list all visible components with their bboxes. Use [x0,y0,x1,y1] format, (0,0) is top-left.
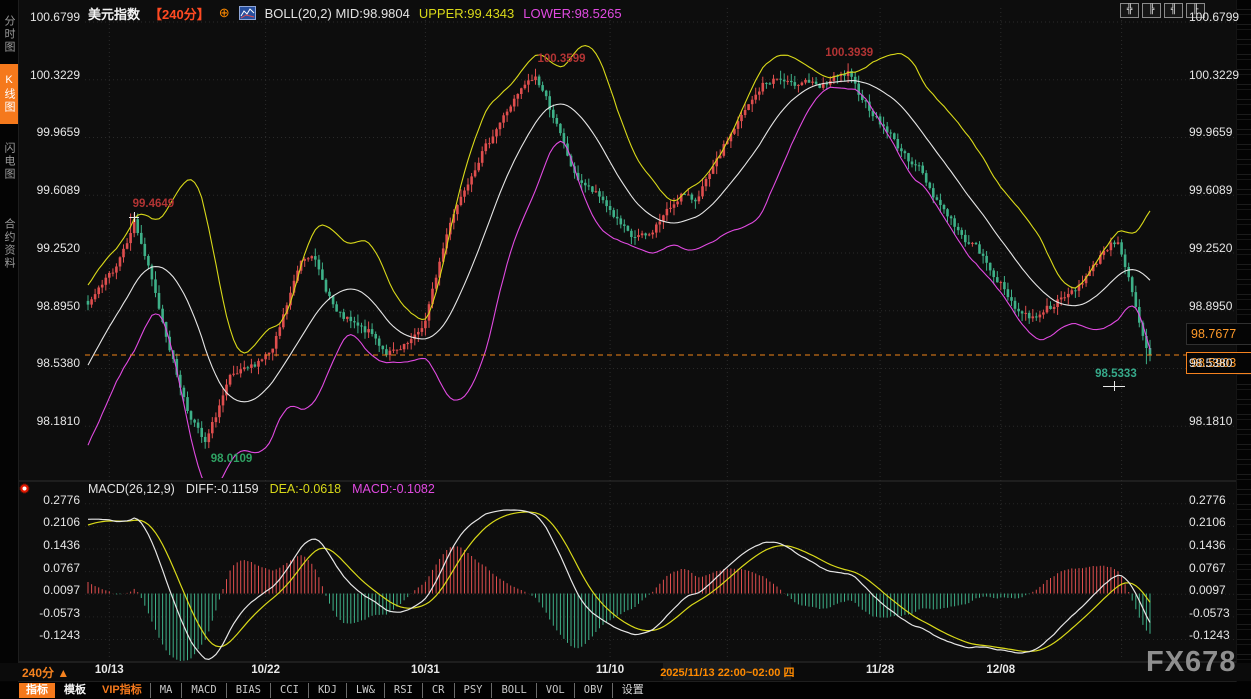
time-axis-label: 10/13 [95,664,124,676]
toolbar-item-15[interactable]: OBV [574,683,612,698]
price-axis-label-right: 100.6799 [1189,10,1239,24]
macd-axis-label-right: -0.0573 [1189,606,1230,620]
toolbar-item-10[interactable]: RSI [384,683,422,698]
price-axis-label-right: 99.9659 [1189,125,1232,139]
price-axis-label-left: 99.9659 [20,125,80,139]
toolbar-item-1[interactable]: 指标 [19,683,55,698]
toolbar-item-11[interactable]: CR [422,683,454,698]
macd-header: MACD(26,12,9) DIFF:-0.1159 DEA:-0.0618 M… [88,482,435,496]
macd-axis-label-right: 0.2776 [1189,493,1226,507]
macd-formula: MACD(26,12,9) [88,482,175,496]
price-axis-label-left: 100.6799 [20,10,80,24]
indicator-thumbnail-icon[interactable] [239,6,256,20]
prior-price-box: 98.7677 [1186,323,1251,345]
indicator-toolbar: 指标模板VIP指标MAMACDBIASCCIKDJLW&RSICRPSYBOLL… [0,682,1251,699]
time-axis-label: 10/22 [251,664,280,676]
boll-lower-readout: LOWER:98.5265 [523,6,621,21]
sidebar-tab-4[interactable]: 合约资料 [0,202,18,286]
macd-axis-label-right: -0.1243 [1189,628,1230,642]
price-axis-label-right: 98.5380 [1189,356,1232,370]
toolbar-item-9[interactable]: LW& [346,683,384,698]
price-annotation: 98.5333 [1095,368,1137,380]
macd-axis-label-left: -0.0573 [20,606,80,620]
macd-diff-readout: DIFF:-0.1159 [186,482,259,496]
toolbar-item-2[interactable]: 模板 [57,683,93,698]
move-icon[interactable]: ╬ [1120,3,1139,18]
chart-svg[interactable] [0,0,1251,699]
boll-upper-readout: UPPER:99.4343 [419,6,514,21]
time-axis-label: 11/28 [866,664,894,676]
toolbar-item-14[interactable]: VOL [536,683,574,698]
toolbar-item-5[interactable]: MACD [181,683,225,698]
sidebar-tab-2[interactable]: K线图 [0,64,18,124]
price-annotation: 100.3939 [825,47,873,59]
price-axis-label-right: 98.1810 [1189,414,1232,428]
price-axis-label-left: 98.5380 [20,356,80,370]
macd-axis-label-right: 0.2106 [1189,515,1226,529]
sidebar-tab-1[interactable]: 分时图 [0,6,18,62]
chart-type-sidebar: 分时图 K线图闪电图合约资料 [0,0,19,682]
add-indicator-icon[interactable]: ⊕ [219,5,230,21]
period-label[interactable]: 【240分】 [149,4,210,23]
macd-axis-label-left: 0.0767 [20,561,80,575]
toolbar-item-3[interactable]: VIP指标 [95,683,149,698]
price-axis-label-right: 99.6089 [1189,183,1232,197]
chart-header: 美元指数 【240分】 ⊕ BOLL(20,2) MID:98.9804 UPP… [88,4,622,22]
time-axis-label: 12/08 [986,664,1015,676]
price-axis-label-right: 99.2520 [1189,241,1232,255]
crosshair-date-box: 2025/11/13 22:00~02:00 四 [663,663,791,680]
period-selector[interactable]: 240分 ▲ [22,664,69,681]
macd-axis-label-left: 0.2106 [20,515,80,529]
playback-icon[interactable]: ╣ [1164,3,1183,18]
candles-layer [87,63,1152,448]
toolbar-item-16[interactable]: 设置 [612,683,653,698]
macd-axis-label-right: 0.0097 [1189,583,1226,597]
price-axis-label-left: 100.3229 [20,68,80,82]
toolbar-item-13[interactable]: BOLL [491,683,535,698]
price-annotation: 99.4649 [133,198,175,210]
macd-value-readout: MACD:-0.1082 [352,482,435,496]
price-axis-label-left: 98.1810 [20,414,80,428]
new-window-icon[interactable]: ╠ [1142,3,1161,18]
boll-mid-readout: BOLL(20,2) MID:98.9804 [265,6,410,21]
time-axis-label: 11/10 [596,664,624,676]
price-axis-label-left: 98.8950 [20,299,80,313]
watermark: FX678 [1146,646,1236,679]
macd-layer [88,510,1150,661]
price-axis-label-left: 99.2520 [20,241,80,255]
sidebar-tab-3[interactable]: 闪电图 [0,130,18,192]
crosshair-marker [129,212,139,222]
toolbar-item-4[interactable]: MA [150,683,182,698]
toolbar-item-8[interactable]: KDJ [308,683,346,698]
crosshair-marker [1103,381,1125,391]
macd-axis-label-right: 0.1436 [1189,538,1226,552]
macd-axis-label-left: 0.0097 [20,583,80,597]
toolbar-item-6[interactable]: BIAS [226,683,270,698]
macd-axis-label-left: 0.1436 [20,538,80,552]
chart-application: 分时图 K线图闪电图合约资料 美元指数 【240分】 ⊕ BOLL(20,2) M… [0,0,1251,699]
price-axis-label-right: 100.3229 [1189,68,1239,82]
triangle-up-icon: ▲ [57,666,69,680]
toolbar-item-12[interactable]: PSY [454,683,492,698]
macd-axis-label-right: 0.0767 [1189,561,1226,575]
time-axis: 240分 ▲ 2025/11/13 22:00~02:00 四 10/13 10/… [0,663,1251,681]
chart-canvas-wrap[interactable] [0,0,1251,699]
time-axis-label: 10/31 [411,664,440,676]
toolbar-item-7[interactable]: CCI [270,683,308,698]
price-annotation: 100.3599 [538,53,586,65]
price-annotation: 98.0109 [211,453,253,465]
price-axis-label-right: 98.8950 [1189,299,1232,313]
macd-dea-readout: DEA:-0.0618 [270,482,342,496]
macd-axis-label-left: -0.1243 [20,628,80,642]
macd-axis-label-left: 0.2776 [20,493,80,507]
price-axis-label-left: 99.6089 [20,183,80,197]
symbol-name: 美元指数 [88,4,140,23]
